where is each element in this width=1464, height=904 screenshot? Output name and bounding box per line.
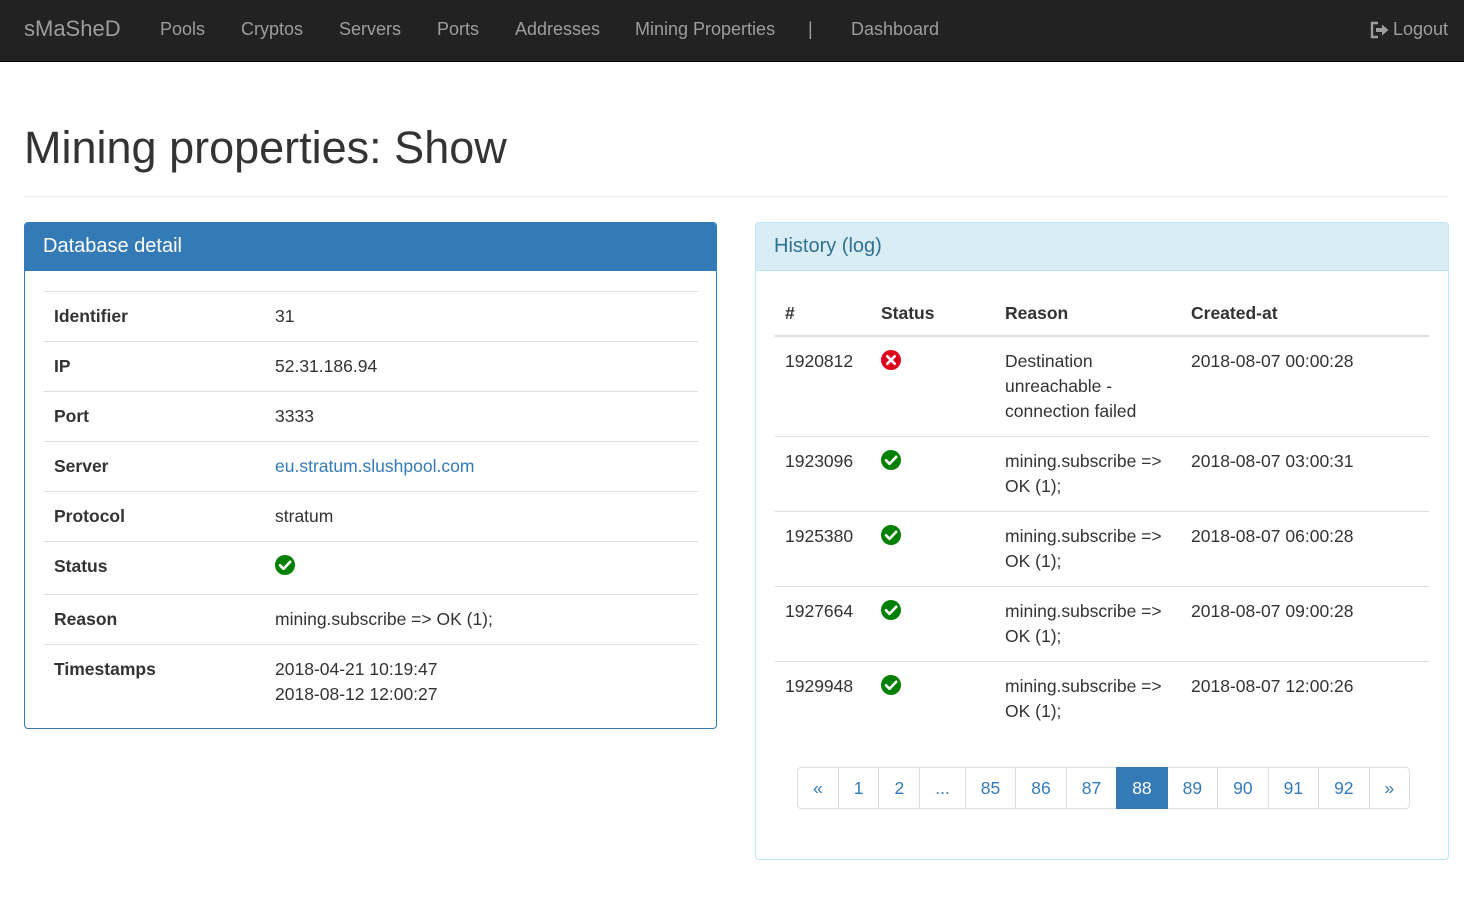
detail-value: 3333 bbox=[265, 391, 698, 442]
detail-row-ip: IP 52.31.186.94 bbox=[44, 341, 698, 392]
table-row: 1925380 mining.subscribe => OK (1); 2018… bbox=[775, 511, 1429, 587]
created-timestamp: 2018-04-21 10:19:47 bbox=[275, 659, 438, 679]
updated-timestamp: 2018-08-12 12:00:27 bbox=[275, 684, 438, 704]
ok-icon bbox=[881, 525, 901, 545]
logout-label: Logout bbox=[1392, 19, 1448, 39]
pagination: « 1 2 ... 85 86 87 88 89 90 91 92 » bbox=[797, 767, 1411, 809]
page-link-current[interactable]: 88 bbox=[1116, 767, 1168, 809]
brand-link[interactable]: sMaSheD bbox=[24, 16, 121, 42]
error-icon bbox=[881, 350, 901, 370]
page-link-85[interactable]: 85 bbox=[964, 767, 1017, 809]
detail-key: Timestamps bbox=[44, 644, 265, 719]
page-title: Mining properties: Show bbox=[24, 122, 507, 173]
page-link-92[interactable]: 92 bbox=[1318, 767, 1370, 809]
row-created-at: 2018-08-07 06:00:28 bbox=[1181, 511, 1429, 587]
page-link-89[interactable]: 89 bbox=[1166, 767, 1219, 809]
detail-value: 52.31.186.94 bbox=[265, 341, 698, 392]
table-row: 1927664 mining.subscribe => OK (1); 2018… bbox=[775, 586, 1429, 662]
row-id: 1929948 bbox=[775, 661, 871, 736]
column-header-reason[interactable]: Reason bbox=[995, 291, 1181, 337]
detail-value: 31 bbox=[265, 291, 698, 342]
database-detail-panel: Database detail Identifier 31 IP 52.31.1… bbox=[24, 222, 717, 729]
nav-divider: | bbox=[808, 19, 813, 39]
row-id: 1923096 bbox=[775, 436, 871, 512]
ok-icon bbox=[881, 450, 901, 470]
row-created-at: 2018-08-07 03:00:31 bbox=[1181, 436, 1429, 512]
row-reason: Destination unreachable - connection fai… bbox=[995, 335, 1181, 437]
row-reason: mining.subscribe => OK (1); bbox=[995, 661, 1181, 736]
page-link-87[interactable]: 87 bbox=[1065, 767, 1118, 809]
navbar: sMaSheD Pools Cryptos Servers Ports Addr… bbox=[0, 0, 1464, 62]
detail-key: Server bbox=[44, 441, 265, 492]
detail-key: Status bbox=[44, 541, 265, 595]
row-id: 1927664 bbox=[775, 586, 871, 662]
nav-mining-properties[interactable]: Mining Properties bbox=[635, 19, 775, 40]
table-row: 1929948 mining.subscribe => OK (1); 2018… bbox=[775, 661, 1429, 736]
row-created-at: 2018-08-07 09:00:28 bbox=[1181, 586, 1429, 662]
nav-pools[interactable]: Pools bbox=[160, 19, 205, 40]
ok-icon bbox=[881, 600, 901, 620]
logout-link[interactable]: Logout bbox=[1370, 19, 1448, 40]
page-link-90[interactable]: 90 bbox=[1217, 767, 1269, 809]
history-heading: History (log) bbox=[756, 223, 1448, 271]
detail-key: IP bbox=[44, 341, 265, 392]
row-created-at: 2018-08-07 00:00:28 bbox=[1181, 335, 1429, 437]
row-reason: mining.subscribe => OK (1); bbox=[995, 511, 1181, 587]
detail-row-timestamps: Timestamps 2018-04-21 10:19:47 2018-08-1… bbox=[44, 644, 698, 719]
pagination-prev[interactable]: « bbox=[797, 767, 839, 809]
history-panel: History (log) # Status Reason Created-at… bbox=[755, 222, 1449, 860]
page-link-1[interactable]: 1 bbox=[837, 767, 880, 809]
table-row: 1920812 Destination unreachable - connec… bbox=[775, 335, 1429, 437]
ok-icon bbox=[275, 555, 295, 575]
row-created-at: 2018-08-07 12:00:26 bbox=[1181, 661, 1429, 736]
detail-row-reason: Reason mining.subscribe => OK (1); bbox=[44, 594, 698, 645]
history-header-row: # Status Reason Created-at bbox=[775, 291, 1429, 337]
column-header-status[interactable]: Status bbox=[871, 291, 995, 337]
nav-ports[interactable]: Ports bbox=[437, 19, 479, 40]
nav-cryptos[interactable]: Cryptos bbox=[241, 19, 303, 40]
detail-row-server: Server eu.stratum.slushpool.com bbox=[44, 441, 698, 492]
nav-servers[interactable]: Servers bbox=[339, 19, 401, 40]
column-header-created-at[interactable]: Created-at bbox=[1181, 291, 1429, 337]
detail-key: Protocol bbox=[44, 491, 265, 542]
page-ellipsis: ... bbox=[919, 767, 966, 809]
row-id: 1920812 bbox=[775, 335, 871, 437]
row-reason: mining.subscribe => OK (1); bbox=[995, 436, 1181, 512]
server-link[interactable]: eu.stratum.slushpool.com bbox=[275, 456, 474, 476]
detail-key: Identifier bbox=[44, 291, 265, 342]
row-reason: mining.subscribe => OK (1); bbox=[995, 586, 1181, 662]
detail-row-status: Status bbox=[44, 541, 698, 595]
ok-icon bbox=[881, 675, 901, 695]
page-link-2[interactable]: 2 bbox=[878, 767, 921, 809]
detail-table: Identifier 31 IP 52.31.186.94 Port 3333 … bbox=[44, 291, 698, 719]
row-id: 1925380 bbox=[775, 511, 871, 587]
logout-icon bbox=[1370, 21, 1390, 39]
page-header: Mining properties: Show bbox=[24, 122, 1448, 197]
detail-key: Reason bbox=[44, 594, 265, 645]
database-detail-heading: Database detail bbox=[25, 223, 716, 271]
detail-value: stratum bbox=[265, 491, 698, 542]
detail-value: mining.subscribe => OK (1); bbox=[265, 594, 698, 645]
detail-row-identifier: Identifier 31 bbox=[44, 291, 698, 342]
detail-row-port: Port 3333 bbox=[44, 391, 698, 442]
page-link-91[interactable]: 91 bbox=[1267, 767, 1320, 809]
detail-row-protocol: Protocol stratum bbox=[44, 491, 698, 542]
page-link-86[interactable]: 86 bbox=[1015, 767, 1067, 809]
nav-dashboard[interactable]: Dashboard bbox=[851, 19, 939, 40]
nav-addresses[interactable]: Addresses bbox=[515, 19, 600, 40]
history-table: # Status Reason Created-at 1920812 Desti… bbox=[775, 291, 1429, 736]
table-row: 1923096 mining.subscribe => OK (1); 2018… bbox=[775, 436, 1429, 512]
detail-key: Port bbox=[44, 391, 265, 442]
column-header-id[interactable]: # bbox=[775, 291, 871, 337]
pagination-next[interactable]: » bbox=[1368, 767, 1411, 809]
